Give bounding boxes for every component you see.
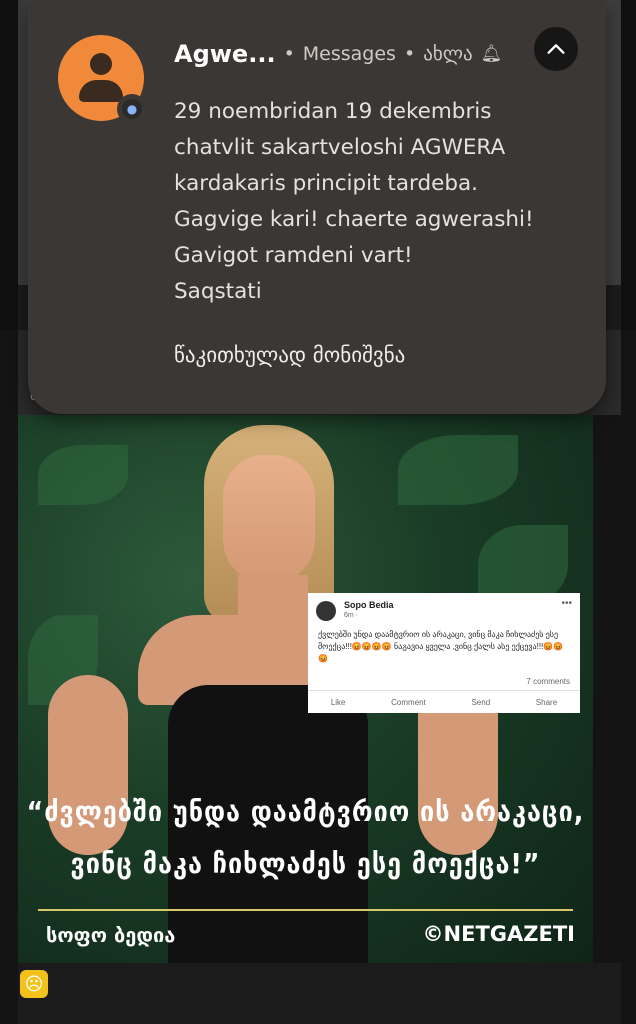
post-footer	[18, 963, 621, 1024]
collapse-button[interactable]	[534, 27, 578, 71]
body-line: chatvlit sakartveloshi AGWERA	[174, 135, 506, 160]
fb-share-label: Share	[535, 697, 558, 707]
fb-avatar	[316, 601, 336, 621]
notification-time: ახლა	[423, 43, 473, 65]
avatar-body	[79, 80, 123, 102]
body-line: 29 noembridan 19 dekembris	[174, 99, 492, 124]
body-line: Gavigot ramdeni vart!	[174, 243, 413, 268]
quote-line-2: ვინც მაკა ჩიხლაძეს ესე მოექცა!”	[70, 847, 541, 880]
fb-timestamp: 6m ·	[344, 612, 358, 619]
fb-author-name: Sopo Bedia	[344, 600, 394, 610]
notification-header: Agwe... • Messages • ახლა 🔔︎	[174, 40, 502, 68]
more-icon: •••	[561, 598, 572, 609]
fb-comment-count: 7 comments	[526, 677, 570, 686]
message-bubble-icon: ●	[122, 99, 142, 119]
chevron-up-icon	[547, 44, 565, 54]
fb-comment-label: Comment	[391, 697, 426, 707]
avatar-head	[90, 53, 112, 75]
notification-card[interactable]: ● Agwe... • Messages • ახლა 🔔︎ 29 noembr…	[28, 0, 606, 414]
body-line: kardakaris principit tardeba.	[174, 171, 478, 196]
fb-action-bar: Like Comment Send Share	[308, 690, 580, 713]
foliage	[398, 435, 518, 505]
app-name: Messages	[302, 43, 396, 65]
post-image[interactable]: Sopo Bedia 6m · ••• ქვლებში უნდა დაამტვრ…	[18, 415, 593, 963]
mark-as-read-button[interactable]: წაკითხულად მონიშვნა	[174, 343, 405, 367]
facebook-post-screenshot: Sopo Bedia 6m · ••• ქვლებში უნდა დაამტვრ…	[308, 593, 580, 713]
sender-name: Agwe...	[174, 40, 276, 68]
quote-author: სოფო ბედია	[46, 923, 176, 947]
body-line: Saqstati	[174, 279, 262, 304]
app-badge: ●	[117, 94, 147, 124]
sad-face-icon[interactable]: ☹	[20, 970, 48, 998]
brand-logo: ©NETGAZETI	[422, 922, 575, 946]
separator: •	[283, 43, 295, 65]
bell-icon: 🔔︎	[480, 44, 503, 64]
woman-arm-left	[48, 675, 128, 855]
fb-send-label: Send	[471, 697, 491, 707]
footer-divider	[38, 909, 573, 911]
notification-body: 29 noembridan 19 dekembris chatvlit saka…	[174, 94, 584, 310]
quote-line-1: “ძვლებში უნდა დაამტვრიო ის არაკაცი,	[26, 795, 585, 828]
woman-face	[223, 455, 315, 585]
foliage	[38, 445, 128, 505]
separator: •	[403, 43, 416, 65]
body-line: Gagvige kari! chaerte agwerashi!	[174, 207, 534, 232]
fb-post-text: ქვლებში უნდა დაამტვრიო ის არაკაცი, ვინც …	[318, 630, 564, 663]
fb-like-label: Like	[330, 697, 346, 707]
